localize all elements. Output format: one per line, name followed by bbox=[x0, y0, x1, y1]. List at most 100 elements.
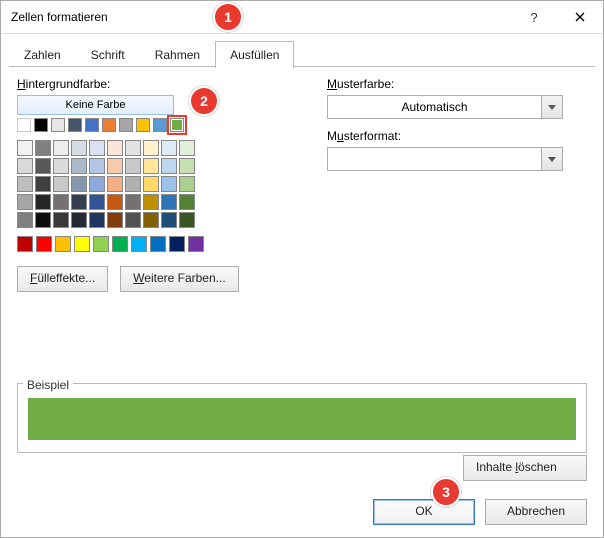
color-swatch[interactable] bbox=[74, 236, 90, 252]
color-swatch[interactable] bbox=[170, 118, 184, 132]
color-swatch[interactable] bbox=[179, 158, 195, 174]
color-swatch[interactable] bbox=[143, 194, 159, 210]
color-swatch[interactable] bbox=[53, 140, 69, 156]
color-swatch[interactable] bbox=[125, 212, 141, 228]
pattern-color-select[interactable]: Automatisch bbox=[327, 95, 563, 119]
color-swatch[interactable] bbox=[89, 212, 105, 228]
color-swatch[interactable] bbox=[17, 118, 31, 132]
example-box bbox=[17, 383, 587, 453]
color-swatch[interactable] bbox=[179, 194, 195, 210]
more-colors-button[interactable]: Weitere Farben... bbox=[120, 266, 238, 292]
color-swatch[interactable] bbox=[35, 176, 51, 192]
color-swatch[interactable] bbox=[125, 140, 141, 156]
cancel-button[interactable]: Abbrechen bbox=[485, 499, 587, 525]
tab-strip: Zahlen Schrift Rahmen Ausfüllen bbox=[9, 40, 595, 67]
tab-ausfuellen[interactable]: Ausfüllen bbox=[215, 41, 294, 68]
example-label: Beispiel bbox=[23, 378, 73, 392]
color-swatch[interactable] bbox=[55, 236, 71, 252]
example-fill bbox=[28, 398, 576, 440]
color-swatch[interactable] bbox=[107, 140, 123, 156]
color-swatch[interactable] bbox=[93, 236, 109, 252]
chevron-down-icon bbox=[541, 96, 562, 118]
color-swatch[interactable] bbox=[143, 176, 159, 192]
close-button[interactable] bbox=[557, 1, 603, 33]
color-swatch[interactable] bbox=[107, 158, 123, 174]
color-swatch[interactable] bbox=[136, 118, 150, 132]
color-swatch[interactable] bbox=[107, 176, 123, 192]
color-swatch[interactable] bbox=[161, 212, 177, 228]
color-swatch[interactable] bbox=[119, 118, 133, 132]
color-swatch[interactable] bbox=[17, 212, 33, 228]
color-swatch[interactable] bbox=[188, 236, 204, 252]
standard-color-row bbox=[17, 236, 287, 252]
color-swatch[interactable] bbox=[102, 118, 116, 132]
clear-contents-button[interactable]: Inhalte löschen bbox=[463, 455, 587, 481]
color-swatch[interactable] bbox=[68, 118, 82, 132]
tint-color-grid bbox=[17, 140, 287, 228]
color-swatch[interactable] bbox=[107, 212, 123, 228]
color-swatch[interactable] bbox=[89, 140, 105, 156]
color-swatch[interactable] bbox=[85, 118, 99, 132]
color-swatch[interactable] bbox=[35, 140, 51, 156]
ok-button[interactable]: OK bbox=[373, 499, 475, 525]
color-swatch[interactable] bbox=[125, 158, 141, 174]
callout-2: 2 bbox=[189, 86, 219, 116]
color-swatch[interactable] bbox=[34, 118, 48, 132]
color-swatch[interactable] bbox=[143, 140, 159, 156]
color-swatch[interactable] bbox=[71, 194, 87, 210]
color-swatch[interactable] bbox=[35, 158, 51, 174]
tab-schrift[interactable]: Schrift bbox=[76, 41, 140, 68]
color-swatch[interactable] bbox=[17, 140, 33, 156]
pattern-color-label: Musterfarbe: bbox=[327, 77, 587, 91]
background-color-label: Hintergrundfarbe: bbox=[17, 77, 287, 91]
color-swatch[interactable] bbox=[161, 140, 177, 156]
color-swatch[interactable] bbox=[17, 158, 33, 174]
callout-3: 3 bbox=[431, 477, 461, 507]
color-swatch[interactable] bbox=[17, 176, 33, 192]
color-swatch[interactable] bbox=[89, 176, 105, 192]
color-swatch[interactable] bbox=[179, 140, 195, 156]
color-swatch[interactable] bbox=[35, 212, 51, 228]
color-swatch[interactable] bbox=[125, 194, 141, 210]
color-swatch[interactable] bbox=[112, 236, 128, 252]
color-swatch[interactable] bbox=[71, 140, 87, 156]
color-swatch[interactable] bbox=[179, 212, 195, 228]
callout-1: 1 bbox=[213, 2, 243, 32]
color-swatch[interactable] bbox=[131, 236, 147, 252]
fill-effects-button[interactable]: Fülleffekte... bbox=[17, 266, 108, 292]
color-swatch[interactable] bbox=[107, 194, 123, 210]
color-swatch[interactable] bbox=[17, 194, 33, 210]
color-swatch[interactable] bbox=[53, 176, 69, 192]
pattern-style-select[interactable] bbox=[327, 147, 563, 171]
color-swatch[interactable] bbox=[35, 194, 51, 210]
color-swatch[interactable] bbox=[71, 176, 87, 192]
color-swatch[interactable] bbox=[169, 236, 185, 252]
color-swatch[interactable] bbox=[143, 212, 159, 228]
tab-rahmen[interactable]: Rahmen bbox=[140, 41, 215, 68]
help-button[interactable]: ? bbox=[511, 1, 557, 33]
dialog-title: Zellen formatieren bbox=[1, 10, 511, 24]
color-swatch[interactable] bbox=[53, 158, 69, 174]
color-swatch[interactable] bbox=[153, 118, 167, 132]
pattern-style-label: Musterformat: bbox=[327, 129, 587, 143]
color-swatch[interactable] bbox=[161, 176, 177, 192]
color-swatch[interactable] bbox=[150, 236, 166, 252]
color-swatch[interactable] bbox=[89, 194, 105, 210]
chevron-down-icon bbox=[541, 148, 562, 170]
no-color-button[interactable]: Keine Farbe bbox=[17, 95, 174, 115]
theme-color-row bbox=[17, 118, 287, 132]
color-swatch[interactable] bbox=[17, 236, 33, 252]
color-swatch[interactable] bbox=[161, 158, 177, 174]
color-swatch[interactable] bbox=[53, 212, 69, 228]
color-swatch[interactable] bbox=[71, 158, 87, 174]
color-swatch[interactable] bbox=[53, 194, 69, 210]
tab-zahlen[interactable]: Zahlen bbox=[9, 41, 76, 68]
color-swatch[interactable] bbox=[89, 158, 105, 174]
color-swatch[interactable] bbox=[179, 176, 195, 192]
color-swatch[interactable] bbox=[125, 176, 141, 192]
color-swatch[interactable] bbox=[161, 194, 177, 210]
color-swatch[interactable] bbox=[36, 236, 52, 252]
color-swatch[interactable] bbox=[143, 158, 159, 174]
color-swatch[interactable] bbox=[51, 118, 65, 132]
color-swatch[interactable] bbox=[71, 212, 87, 228]
